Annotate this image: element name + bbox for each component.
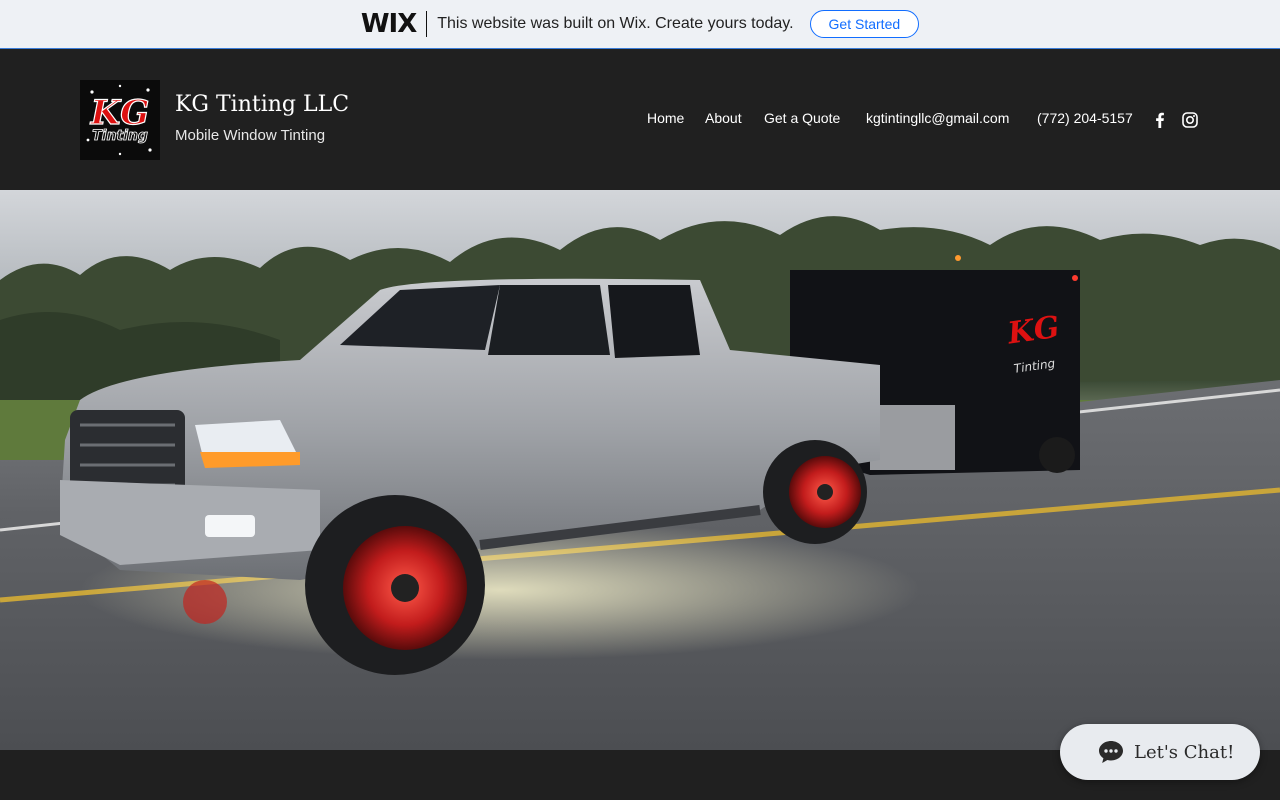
site-title[interactable]: KG Tinting LLC bbox=[175, 92, 349, 117]
chat-bubble-icon bbox=[1099, 741, 1123, 763]
svg-text:Tinting: Tinting bbox=[92, 128, 148, 144]
nav-home[interactable]: Home bbox=[647, 110, 684, 126]
chat-widget-button[interactable]: Let's Chat! bbox=[1060, 724, 1260, 780]
instagram-icon[interactable] bbox=[1182, 112, 1198, 128]
chat-label: Let's Chat! bbox=[1134, 741, 1235, 763]
svg-text:KG: KG bbox=[90, 93, 150, 133]
svg-text:KG: KG bbox=[1005, 310, 1062, 352]
banner-divider bbox=[426, 11, 428, 37]
truck-trailer-photo: KG Tinting bbox=[0, 190, 1280, 750]
wix-promo-banner: WIX This website was built on Wix. Creat… bbox=[0, 0, 1280, 49]
get-started-button[interactable]: Get Started bbox=[809, 10, 920, 38]
banner-message: This website was built on Wix. Create yo… bbox=[437, 15, 794, 32]
nav-email[interactable]: kgtintingllc@gmail.com bbox=[866, 110, 1009, 126]
site-tagline: Mobile Window Tinting bbox=[175, 127, 326, 144]
hero-image: KG Tinting bbox=[0, 190, 1280, 750]
nav-phone[interactable]: (772) 204-5157 bbox=[1037, 110, 1133, 126]
site-header: KG Tinting KG Tinting LLC Mobile Window … bbox=[0, 50, 1280, 190]
site-logo[interactable]: KG Tinting bbox=[80, 80, 160, 160]
nav-about[interactable]: About bbox=[705, 110, 742, 126]
kg-tinting-logo-icon: KG Tinting bbox=[80, 80, 160, 160]
nav-get-a-quote[interactable]: Get a Quote bbox=[764, 110, 840, 126]
facebook-icon[interactable] bbox=[1152, 112, 1168, 128]
wix-logo[interactable]: WIX bbox=[361, 9, 417, 39]
